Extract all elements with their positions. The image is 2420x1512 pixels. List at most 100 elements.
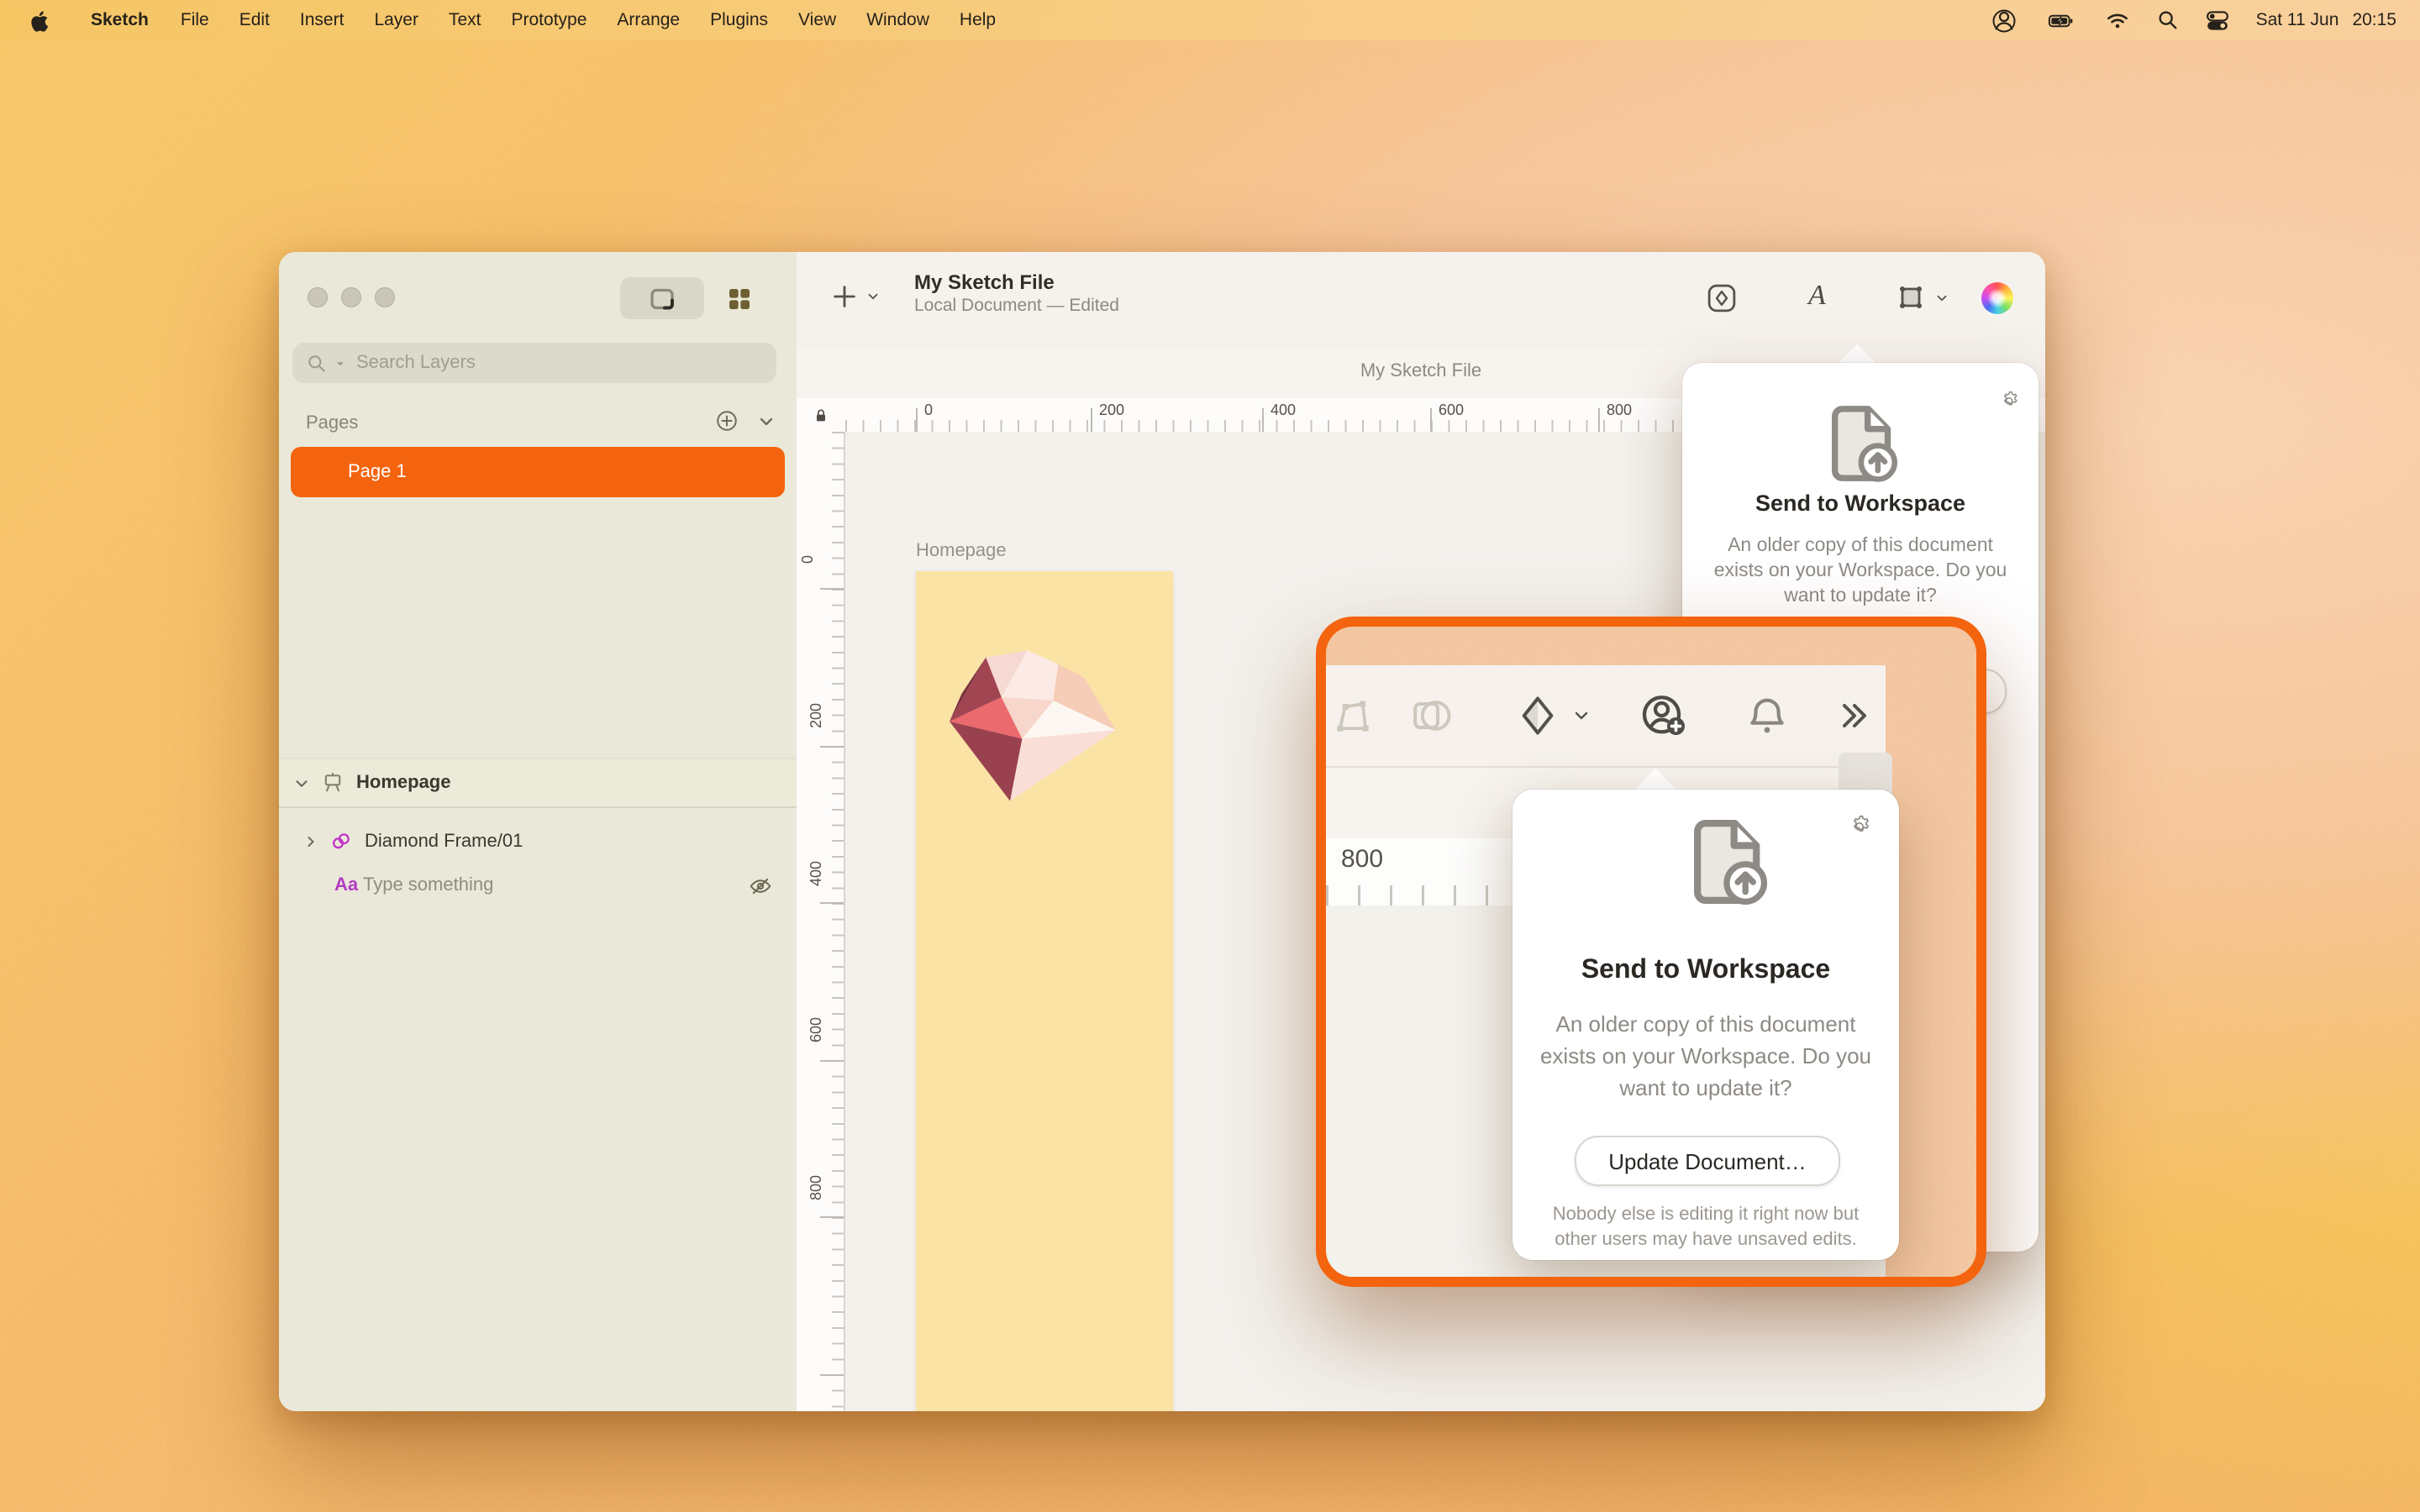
update-document-button[interactable]: Update Document… xyxy=(1575,1136,1840,1186)
toolbar: My Sketch File Local Document — Edited A xyxy=(797,252,2045,349)
v-ruler-label: 0 xyxy=(799,554,817,564)
popover-arrow xyxy=(1837,344,1877,365)
v-ruler-label: 600 xyxy=(808,1016,825,1043)
document-upload-icon xyxy=(1817,400,1904,487)
menu-clock[interactable]: Sat 11 Jun 20:15 xyxy=(2256,10,2396,30)
vertical-ruler[interactable]: 0 200 400 600 800 xyxy=(797,432,845,1411)
popover-arrow xyxy=(1634,768,1677,791)
color-tool-button[interactable] xyxy=(1981,282,2013,314)
zoom-window-button[interactable] xyxy=(375,287,395,307)
menu-insert[interactable]: Insert xyxy=(285,10,360,30)
gear-icon[interactable] xyxy=(1847,810,1872,835)
color-wheel-icon xyxy=(1981,282,2013,314)
add-page-button[interactable] xyxy=(714,408,739,433)
apple-menu-icon[interactable] xyxy=(29,8,54,33)
artboard-homepage[interactable] xyxy=(916,571,1173,1411)
h-ruler-label: 200 xyxy=(1099,402,1125,418)
lock-icon xyxy=(816,408,826,422)
magnified-send-to-workspace-popover: Send to Workspace An older copy of this … xyxy=(1512,790,1899,1260)
menu-date: Sat 11 Jun xyxy=(2255,10,2339,30)
text-tool-button[interactable]: A xyxy=(1808,279,1826,312)
h-ruler-label: 400 xyxy=(1270,402,1297,418)
popover-title: Send to Workspace xyxy=(1581,956,1831,984)
control-center-icon[interactable] xyxy=(2206,8,2231,33)
frame-chevron-icon[interactable] xyxy=(1934,290,1949,305)
layer-view-icon xyxy=(650,287,674,309)
artboard-name: Homepage xyxy=(356,773,451,793)
layer-item-diamond-frame[interactable]: Diamond Frame/01 xyxy=(279,820,797,864)
grid-view-toggle[interactable] xyxy=(714,277,765,319)
zoom-callout-content: 800 Send to Workspace An older copy of t… xyxy=(1326,627,1976,1277)
menu-sketch[interactable]: Sketch xyxy=(74,10,166,30)
text-layer-icon: Aa xyxy=(334,875,359,895)
pages-collapse-chevron-icon[interactable] xyxy=(756,411,776,431)
search-options-chevron-icon xyxy=(336,361,345,365)
frame-tool-button[interactable] xyxy=(1894,281,1949,314)
h-ruler-label: 0 xyxy=(924,402,934,418)
collapse-chevron-icon[interactable] xyxy=(292,774,311,792)
menu-plugins[interactable]: Plugins xyxy=(695,10,783,30)
menu-text[interactable]: Text xyxy=(434,10,497,30)
artboard-label[interactable]: Homepage xyxy=(916,541,1007,561)
gear-icon[interactable] xyxy=(1998,386,2020,408)
insert-chevron-icon[interactable] xyxy=(865,289,881,304)
menu-bar: Sketch File Edit Insert Layer Text Proto… xyxy=(0,0,2420,40)
spotlight-search-icon[interactable] xyxy=(2157,8,2181,32)
document-title-block: My Sketch File Local Document — Edited xyxy=(914,270,1119,318)
symbol-diamond-icon xyxy=(1522,696,1554,735)
battery-icon[interactable] xyxy=(2043,8,2080,33)
symbol-instance-icon xyxy=(333,833,350,849)
user-account-icon[interactable] xyxy=(1992,8,2018,33)
popover-title: Send to Workspace xyxy=(1754,491,1966,516)
menu-window[interactable]: Window xyxy=(851,10,944,30)
layer-name: Diamond Frame/01 xyxy=(365,832,523,852)
insert-artboard-button[interactable] xyxy=(1704,281,1739,316)
layer-list-view-toggle[interactable] xyxy=(620,277,704,319)
popover-body: An older copy of this document exists on… xyxy=(1713,536,2007,606)
layer-hidden-eye-icon[interactable] xyxy=(748,873,773,898)
document-title: My Sketch File xyxy=(914,270,1055,294)
menu-layer[interactable]: Layer xyxy=(359,10,434,30)
minimize-window-button[interactable] xyxy=(341,287,361,307)
insert-plus-button[interactable] xyxy=(830,282,881,311)
pages-section-label: Pages xyxy=(306,413,359,433)
sidebar-item-page1[interactable]: Page 1 xyxy=(291,447,785,497)
document-status: Local Document — Edited xyxy=(914,296,1119,316)
menu-edit[interactable]: Edit xyxy=(224,10,285,30)
document-upload-icon xyxy=(1677,813,1775,911)
h-ruler-label: 800 xyxy=(1607,402,1633,418)
menu-view[interactable]: View xyxy=(783,10,851,30)
chevron-down-icon xyxy=(1575,711,1588,720)
popover-body: An older copy of this document exists on… xyxy=(1539,1011,1871,1100)
menu-arrange[interactable]: Arrange xyxy=(602,10,695,30)
menu-prototype[interactable]: Prototype xyxy=(497,10,602,30)
menu-help[interactable]: Help xyxy=(944,10,1011,30)
diamond-graphic[interactable] xyxy=(950,648,1124,803)
v-ruler-label: 400 xyxy=(808,860,825,887)
close-window-button[interactable] xyxy=(308,287,328,307)
expand-chevron-icon[interactable] xyxy=(302,833,319,850)
artboard-easel-icon xyxy=(324,772,341,792)
layer-list-sidebar: Pages Page 1 Homepage Diamond Frame/01 A… xyxy=(279,252,798,1411)
magnified-ruler-label: 800 xyxy=(1341,845,1384,874)
ruler-corner-lock[interactable] xyxy=(797,398,847,433)
overflow-double-chevron-icon xyxy=(1843,704,1866,727)
search-layers-field[interactable] xyxy=(292,343,776,383)
layer-name: Type something xyxy=(363,875,494,895)
popover-footnote: Nobody else is editing it right now but … xyxy=(1552,1205,1860,1250)
edit-vector-icon xyxy=(1335,699,1370,733)
layer-item-type-something[interactable]: Aa Type something xyxy=(279,864,797,907)
zoom-callout-frame: 800 Send to Workspace An older copy of t… xyxy=(1316,617,1986,1287)
search-layers-input[interactable] xyxy=(353,351,729,375)
menu-time: 20:15 xyxy=(2352,10,2396,30)
desktop: Sketch File Edit Insert Layer Text Proto… xyxy=(0,0,2420,1512)
artboard-header-homepage[interactable]: Homepage xyxy=(279,758,797,808)
app-menus: Sketch File Edit Insert Layer Text Proto… xyxy=(74,10,1011,30)
v-ruler-ticks xyxy=(832,432,844,1411)
mask-icon xyxy=(1413,701,1451,731)
v-ruler-label: 800 xyxy=(808,1174,825,1201)
grid-view-icon xyxy=(729,288,750,308)
collaborate-person-add-icon xyxy=(1639,690,1689,741)
wifi-icon[interactable] xyxy=(2105,8,2132,33)
menu-file[interactable]: File xyxy=(166,10,224,30)
